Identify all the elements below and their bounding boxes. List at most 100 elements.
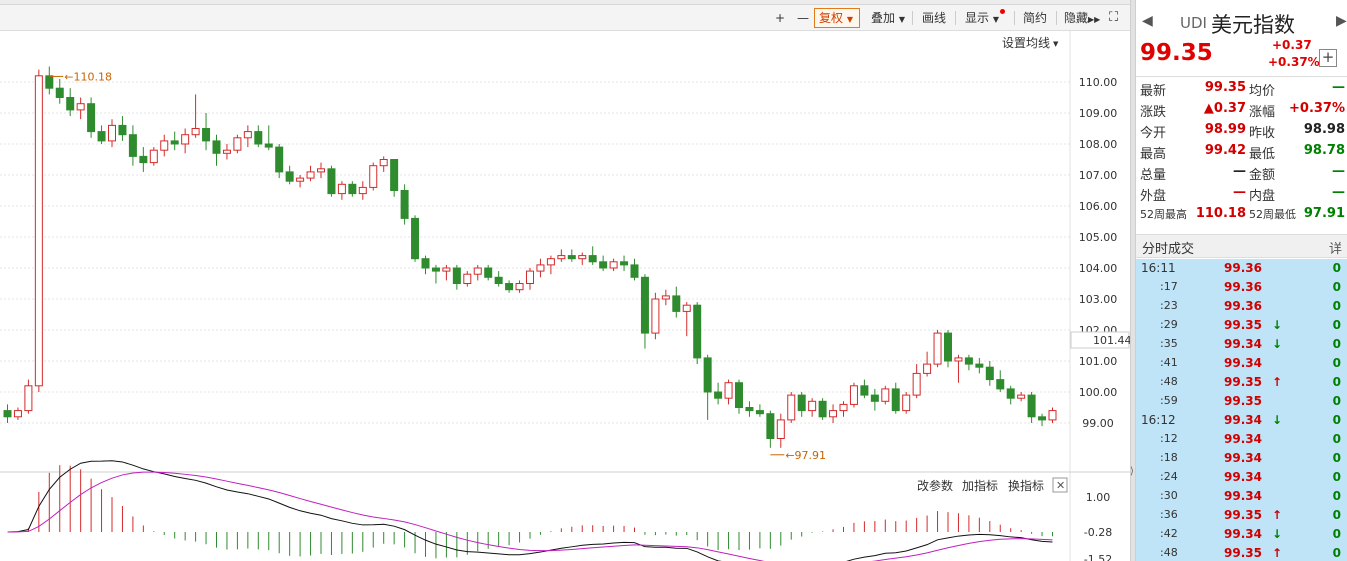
prev-symbol-icon[interactable]: ◀	[1142, 13, 1153, 29]
candle-body	[891, 388, 900, 412]
overlay-dropdown[interactable]: 叠加 ▼	[866, 8, 910, 28]
stat-row: 52周最高 110.18 52周最低 97.91	[1140, 206, 1345, 227]
stat-value: 99.35	[1204, 80, 1246, 95]
tick-volume: 0	[1332, 375, 1341, 389]
candle-body	[463, 273, 472, 284]
indicator-button[interactable]: 改参数	[917, 478, 953, 493]
next-symbol-icon[interactable]: ▶	[1336, 13, 1347, 29]
high-marker-label: ←110.18	[64, 70, 112, 83]
display-dropdown[interactable]: 显示 ▼	[960, 8, 1005, 28]
macd-dea-line	[7, 471, 1053, 561]
ticks-list[interactable]: 16:11 99.36 0:17 99.36 0:23 99.36 0:29 99.35 ↓ 0:…	[1136, 259, 1347, 561]
tick-price: 99.36	[1224, 280, 1262, 294]
tick-time: :36	[1160, 508, 1178, 521]
candle-body	[191, 128, 200, 136]
tick-price: 99.34	[1224, 432, 1262, 446]
candle-body	[808, 400, 817, 412]
stat-label: 涨幅	[1249, 105, 1276, 120]
candle-body	[264, 143, 273, 148]
candle-body	[202, 128, 211, 142]
arrow-down-icon: ↓	[1272, 337, 1283, 351]
zoom-out-button[interactable]: —	[792, 8, 814, 28]
tick-time: :42	[1160, 527, 1178, 540]
candle-body	[494, 276, 503, 285]
ticks-detail-button[interactable]: 详	[1329, 238, 1342, 257]
candle-body	[599, 261, 608, 269]
tick-price: 99.36	[1224, 299, 1262, 313]
tick-time: :24	[1160, 470, 1178, 483]
fullscreen-icon[interactable]: ⛶	[1104, 8, 1123, 28]
stat-value: 98.78	[1303, 143, 1345, 158]
candle-body	[567, 255, 576, 260]
zoom-in-button[interactable]: +	[770, 8, 790, 28]
extreme-markers: ←110.18 ←97.91	[49, 70, 826, 462]
chevron-down-icon: ▼	[1053, 40, 1059, 48]
price-axis: 110.00 109.00 108.00 107.00 106.00 105.00 104.…	[1079, 76, 1118, 430]
stat-row: 外盘 — 内盘 —	[1140, 185, 1345, 206]
candle-body	[306, 171, 315, 179]
candle-body	[682, 304, 691, 312]
candle-body	[1027, 394, 1036, 418]
tick-row: :59 99.35 0	[1138, 392, 1347, 411]
candle-body	[45, 75, 54, 89]
tick-volume: 0	[1332, 356, 1341, 370]
stat-value: +0.37%	[1289, 101, 1345, 116]
price-tick-label: 107.00	[1079, 169, 1118, 182]
candle-body	[358, 186, 367, 195]
price-change-pct: +0.37%	[1268, 55, 1320, 69]
tick-time: :59	[1160, 394, 1178, 407]
last-price: 99.35	[1140, 40, 1213, 66]
candle-body	[766, 413, 775, 440]
candle-body	[431, 267, 440, 272]
macd-tick-mid: -0.28	[1084, 526, 1112, 539]
chevron-down-icon: ▼	[992, 15, 999, 24]
candle-body	[578, 255, 587, 260]
price-tick-label: 106.00	[1079, 200, 1118, 213]
candle-body	[55, 87, 64, 99]
fuquan-dropdown[interactable]: 复权 ▼	[814, 8, 860, 28]
candle-body	[818, 400, 827, 418]
ma-setting-label[interactable]: 设置均线	[1002, 36, 1050, 50]
candle-body	[1006, 388, 1015, 399]
stat-value: 97.91	[1303, 206, 1345, 221]
candle-body	[34, 75, 43, 387]
arrow-up-icon: ↑	[1272, 375, 1283, 389]
candle-body	[923, 363, 932, 374]
tick-volume: 0	[1332, 280, 1341, 294]
candle-body	[181, 134, 190, 145]
tick-row: :35 99.34 ↓ 0	[1138, 335, 1347, 354]
price-tick-label: 100.00	[1079, 386, 1118, 399]
tick-row: :18 99.34 0	[1138, 449, 1347, 468]
tick-row: :42 99.34 ↓ 0	[1138, 525, 1347, 544]
tick-row: :17 99.36 0	[1138, 278, 1347, 297]
tick-volume: 0	[1332, 394, 1341, 408]
arrow-up-icon: ↑	[1272, 508, 1283, 522]
arrow-down-icon: ↓	[1272, 318, 1283, 332]
add-watchlist-button[interactable]: +	[1319, 49, 1337, 67]
candle-body	[505, 283, 514, 291]
quote-panel: ◀ UDI 美元指数 ▶ 99.35 +0.37 +0.37% + 最新 99.3…	[1136, 0, 1347, 561]
draw-line-button[interactable]: 画线	[917, 8, 951, 28]
stat-row: 最新 99.35 均价 —	[1140, 80, 1345, 101]
indicator-button[interactable]: 加指标	[962, 478, 998, 493]
candle-body	[640, 276, 649, 334]
candle-body	[954, 357, 963, 362]
candle-body	[985, 366, 994, 381]
tick-time: :30	[1160, 489, 1178, 502]
close-icon: ✕	[1056, 479, 1065, 492]
price-tick-label: 99.00	[1082, 417, 1114, 430]
candle-body	[369, 165, 378, 188]
tick-price: 99.34	[1224, 489, 1262, 503]
hide-button[interactable]: 隐藏▶▶	[1059, 8, 1105, 28]
tick-time: 16:11	[1141, 261, 1176, 275]
candle-body	[421, 258, 430, 269]
simple-button[interactable]: 简约	[1018, 8, 1052, 28]
symbol-code: UDI	[1180, 14, 1207, 32]
candle-body	[254, 131, 263, 145]
tick-volume: 0	[1332, 527, 1341, 541]
indicator-button[interactable]: 换指标	[1008, 478, 1044, 493]
kline-chart[interactable]: 110.00 109.00 108.00 107.00 106.00 105.00 104.…	[0, 31, 1130, 561]
candle-body	[442, 267, 451, 272]
tick-time: :18	[1160, 451, 1178, 464]
tick-time: :17	[1160, 280, 1178, 293]
